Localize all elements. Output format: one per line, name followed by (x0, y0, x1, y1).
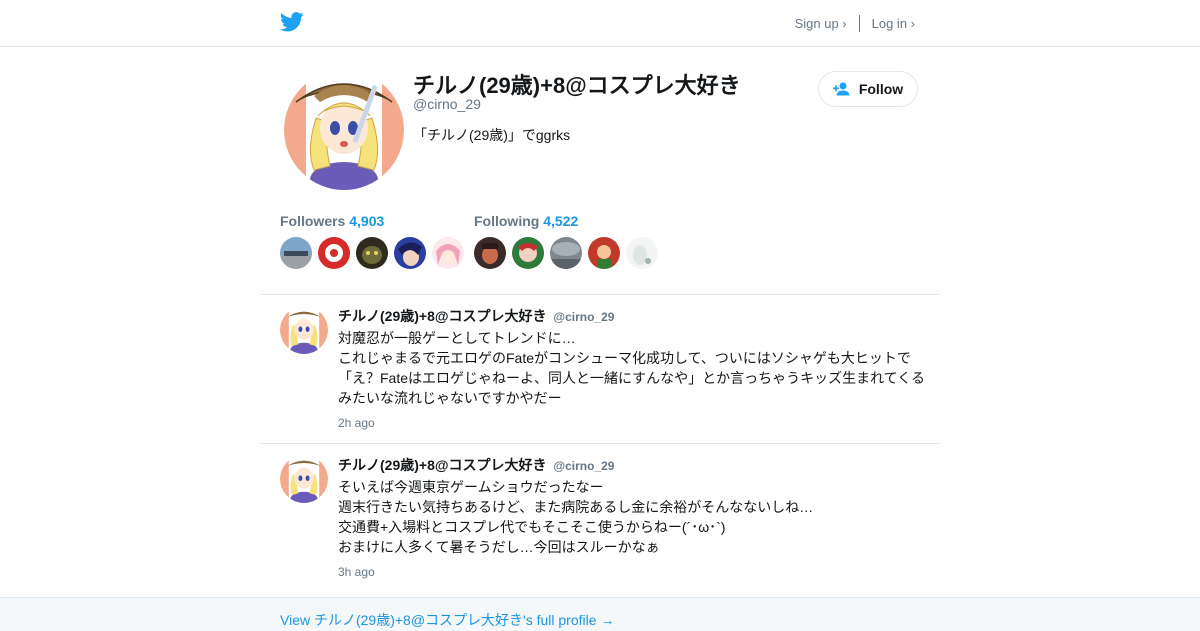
tweet-text: そいえば今週東京ゲームショウだったなー 週末行きたい気持ちあるけど、また病院ある… (338, 477, 813, 557)
profile-bio: 「チルノ(29歳)」でggrks (413, 127, 571, 143)
followers-avatars (280, 237, 464, 269)
follower-avatar[interactable] (318, 237, 350, 269)
tweet-line: 交通費+入場料とコスプレ代でもそこそこ使うからねー(´･ω･`) (338, 519, 726, 535)
nav-divider (858, 15, 860, 32)
signup-link[interactable]: Sign up › (795, 16, 847, 31)
follow-label: Follow (858, 81, 904, 97)
profile-handle: @cirno_29 (413, 96, 481, 112)
followers-stat[interactable]: Followers 4,903 (280, 213, 464, 229)
tweet-author-handle[interactable]: @cirno_29 (553, 459, 614, 473)
top-bar: Sign up › Log in › (0, 0, 1200, 47)
tweet-timestamp[interactable]: 3h ago (338, 565, 375, 579)
following-avatar[interactable] (512, 237, 544, 269)
following-group: Following 4,522 (474, 213, 658, 269)
following-avatars (474, 237, 658, 269)
tweet-header: チルノ(29歳)+8@コスプレ大好き @cirno_29 (338, 306, 614, 326)
following-avatar[interactable] (626, 237, 658, 269)
tweet[interactable]: チルノ(29歳)+8@コスプレ大好き @cirno_29 対魔忍が一般ゲーとして… (280, 306, 930, 436)
follower-avatar[interactable] (280, 237, 312, 269)
following-stat[interactable]: Following 4,522 (474, 213, 658, 229)
following-avatar[interactable] (588, 237, 620, 269)
tweet-text: 対魔忍が一般ゲーとしてトレンドに… これじゃまるで元エロゲのFateがコンシュー… (338, 328, 925, 408)
add-user-icon (832, 82, 850, 96)
divider (260, 443, 940, 444)
following-count: 4,522 (543, 213, 579, 229)
tweet-author-name[interactable]: チルノ(29歳)+8@コスプレ大好き (338, 457, 547, 473)
tweet-line: 週末行きたい気持ちあるけど、また病院あるし金に余裕がそんなないしね… (338, 499, 814, 515)
followers-group: Followers 4,903 (280, 213, 464, 269)
following-avatar[interactable] (550, 237, 582, 269)
follow-button[interactable]: Follow (818, 71, 918, 107)
tweet-line: 「え？Fateはエロゲじゃねーよ、同人と一緒にすんなや」とか言っちゃうキッズ生ま… (338, 370, 926, 386)
tweet-timestamp[interactable]: 2h ago (338, 416, 375, 430)
profile-stats: Followers 4,903 Following 4,522 (280, 213, 920, 273)
tweet-avatar[interactable] (280, 455, 328, 503)
footer-bar: View チルノ(29歳)+8@コスプレ大好き's full profile → (0, 597, 1200, 631)
tweet-line: 対魔忍が一般ゲーとしてトレンドに… (338, 330, 576, 346)
tweet-author-handle[interactable]: @cirno_29 (553, 310, 614, 324)
top-nav: Sign up › Log in › (795, 15, 915, 32)
tweet-line: そいえば今週東京ゲームショウだったなー (338, 479, 604, 495)
tweet-line: みたいな流れじゃないですかやだー (338, 390, 562, 406)
tweet-avatar[interactable] (280, 306, 328, 354)
follower-avatar[interactable] (356, 237, 388, 269)
followers-count: 4,903 (349, 213, 385, 229)
twitter-bird-icon[interactable] (280, 11, 304, 33)
tweet-header: チルノ(29歳)+8@コスプレ大好き @cirno_29 (338, 455, 614, 475)
following-avatar[interactable] (474, 237, 506, 269)
full-profile-link[interactable]: View チルノ(29歳)+8@コスプレ大好き's full profile → (280, 610, 614, 630)
follower-avatar[interactable] (432, 237, 464, 269)
divider (260, 294, 940, 295)
login-link[interactable]: Log in › (872, 16, 915, 31)
profile-avatar[interactable] (284, 70, 404, 190)
tweet-line: おまけに人多くて暑そうだし…今回はスルーかなぁ (338, 539, 660, 555)
tweet-line: これじゃまるで元エロゲのFateがコンシューマ化成功して、ついにはソシャゲも大ヒ… (338, 350, 911, 366)
followers-label: Followers (280, 213, 346, 229)
follower-avatar[interactable] (394, 237, 426, 269)
tweet[interactable]: チルノ(29歳)+8@コスプレ大好き @cirno_29 そいえば今週東京ゲーム… (280, 455, 930, 585)
following-label: Following (474, 213, 540, 229)
tweet-author-name[interactable]: チルノ(29歳)+8@コスプレ大好き (338, 308, 547, 324)
